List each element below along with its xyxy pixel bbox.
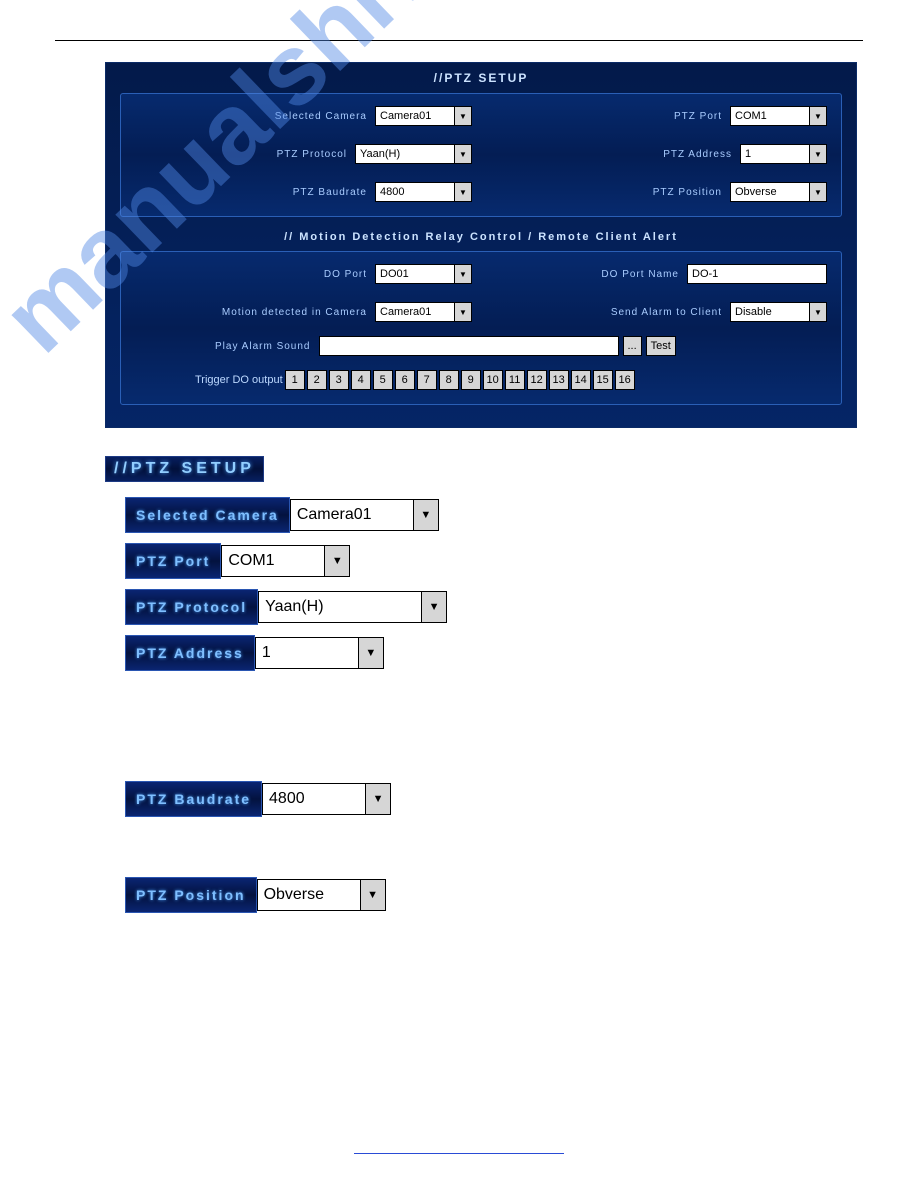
detail-label-ptz-port: PTZ Port [125, 543, 221, 579]
select-ptz-address[interactable]: 1 ▼ [740, 144, 827, 164]
select-ptz-port[interactable]: COM1 ▼ [730, 106, 827, 126]
trigger-do-5[interactable]: 5 [373, 370, 393, 390]
label-ptz-position: PTZ Position [653, 187, 722, 198]
detail-label-ptz-address: PTZ Address [125, 635, 255, 671]
trigger-do-8[interactable]: 8 [439, 370, 459, 390]
trigger-do-11[interactable]: 11 [505, 370, 525, 390]
detail-select-selected-camera[interactable]: Camera01 ▼ [290, 498, 439, 532]
label-play-alarm: Play Alarm Sound [215, 341, 311, 352]
detail-ptz-title: //PTZ SETUP [105, 456, 264, 482]
trigger-do-12[interactable]: 12 [527, 370, 547, 390]
trigger-do-3[interactable]: 3 [329, 370, 349, 390]
chevron-down-icon: ▼ [809, 106, 827, 126]
chevron-down-icon: ▼ [809, 302, 827, 322]
label-trigger-do: Trigger DO output [195, 374, 283, 386]
select-motion-camera[interactable]: Camera01 ▼ [375, 302, 472, 322]
trigger-do-6[interactable]: 6 [395, 370, 415, 390]
label-selected-camera: Selected Camera [275, 111, 367, 122]
detail-select-ptz-position[interactable]: Obverse ▼ [257, 878, 386, 912]
chevron-down-icon: ▼ [454, 106, 472, 126]
label-do-port: DO Port [324, 269, 367, 280]
trigger-do-1[interactable]: 1 [285, 370, 305, 390]
chevron-down-icon: ▼ [365, 783, 391, 815]
select-ptz-protocol[interactable]: Yaan(H) ▼ [355, 144, 472, 164]
label-motion-camera: Motion detected in Camera [222, 307, 367, 318]
input-play-alarm[interactable] [319, 336, 619, 356]
label-ptz-protocol: PTZ Protocol [277, 149, 347, 160]
ptz-setup-title: //PTZ SETUP [106, 63, 856, 93]
trigger-do-2[interactable]: 2 [307, 370, 327, 390]
trigger-do-15[interactable]: 15 [593, 370, 613, 390]
chevron-down-icon: ▼ [809, 144, 827, 164]
detail-label-ptz-protocol: PTZ Protocol [125, 589, 258, 625]
detail-select-ptz-protocol[interactable]: Yaan(H) ▼ [258, 590, 447, 624]
detail-label-selected-camera: Selected Camera [125, 497, 290, 533]
footer [55, 1142, 863, 1157]
trigger-do-13[interactable]: 13 [549, 370, 569, 390]
detail-select-ptz-baudrate[interactable]: 4800 ▼ [262, 782, 391, 816]
select-do-port[interactable]: DO01 ▼ [375, 264, 472, 284]
ptz-setup-fieldset: Selected Camera Camera01 ▼ PTZ Port COM1… [120, 93, 842, 217]
select-selected-camera[interactable]: Camera01 ▼ [375, 106, 472, 126]
motion-detection-title: // Motion Detection Relay Control / Remo… [120, 231, 842, 243]
chevron-down-icon: ▼ [324, 545, 350, 577]
label-send-alarm: Send Alarm to Client [611, 307, 722, 318]
detail-label-ptz-position: PTZ Position [125, 877, 257, 913]
select-ptz-position[interactable]: Obverse ▼ [730, 182, 827, 202]
label-ptz-port: PTZ Port [674, 111, 722, 122]
trigger-do-7[interactable]: 7 [417, 370, 437, 390]
chevron-down-icon: ▼ [454, 182, 472, 202]
label-ptz-address: PTZ Address [663, 149, 732, 160]
trigger-do-10[interactable]: 10 [483, 370, 503, 390]
chevron-down-icon: ▼ [421, 591, 447, 623]
ptz-setup-screenshot: //PTZ SETUP Selected Camera Camera01 ▼ P… [105, 62, 857, 428]
chevron-down-icon: ▼ [809, 182, 827, 202]
trigger-do-9[interactable]: 9 [461, 370, 481, 390]
select-ptz-baudrate[interactable]: 4800 ▼ [375, 182, 472, 202]
test-button[interactable]: Test [646, 336, 676, 356]
chevron-down-icon: ▼ [360, 879, 386, 911]
detail-label-ptz-baudrate: PTZ Baudrate [125, 781, 262, 817]
chevron-down-icon: ▼ [454, 264, 472, 284]
label-do-port-name: DO Port Name [601, 269, 679, 280]
trigger-do-4[interactable]: 4 [351, 370, 371, 390]
label-ptz-baudrate: PTZ Baudrate [293, 187, 367, 198]
motion-detection-fieldset: DO Port DO01 ▼ DO Port Name DO-1 Motion … [120, 251, 842, 405]
browse-button[interactable]: ... [623, 336, 642, 356]
chevron-down-icon: ▼ [454, 144, 472, 164]
input-do-port-name[interactable]: DO-1 [687, 264, 827, 284]
chevron-down-icon: ▼ [413, 499, 439, 531]
detail-select-ptz-address[interactable]: 1 ▼ [255, 636, 384, 670]
trigger-do-16[interactable]: 16 [615, 370, 635, 390]
chevron-down-icon: ▼ [358, 637, 384, 669]
select-send-alarm[interactable]: Disable ▼ [730, 302, 827, 322]
detail-select-ptz-port[interactable]: COM1 ▼ [221, 544, 350, 578]
chevron-down-icon: ▼ [454, 302, 472, 322]
trigger-do-14[interactable]: 14 [571, 370, 591, 390]
